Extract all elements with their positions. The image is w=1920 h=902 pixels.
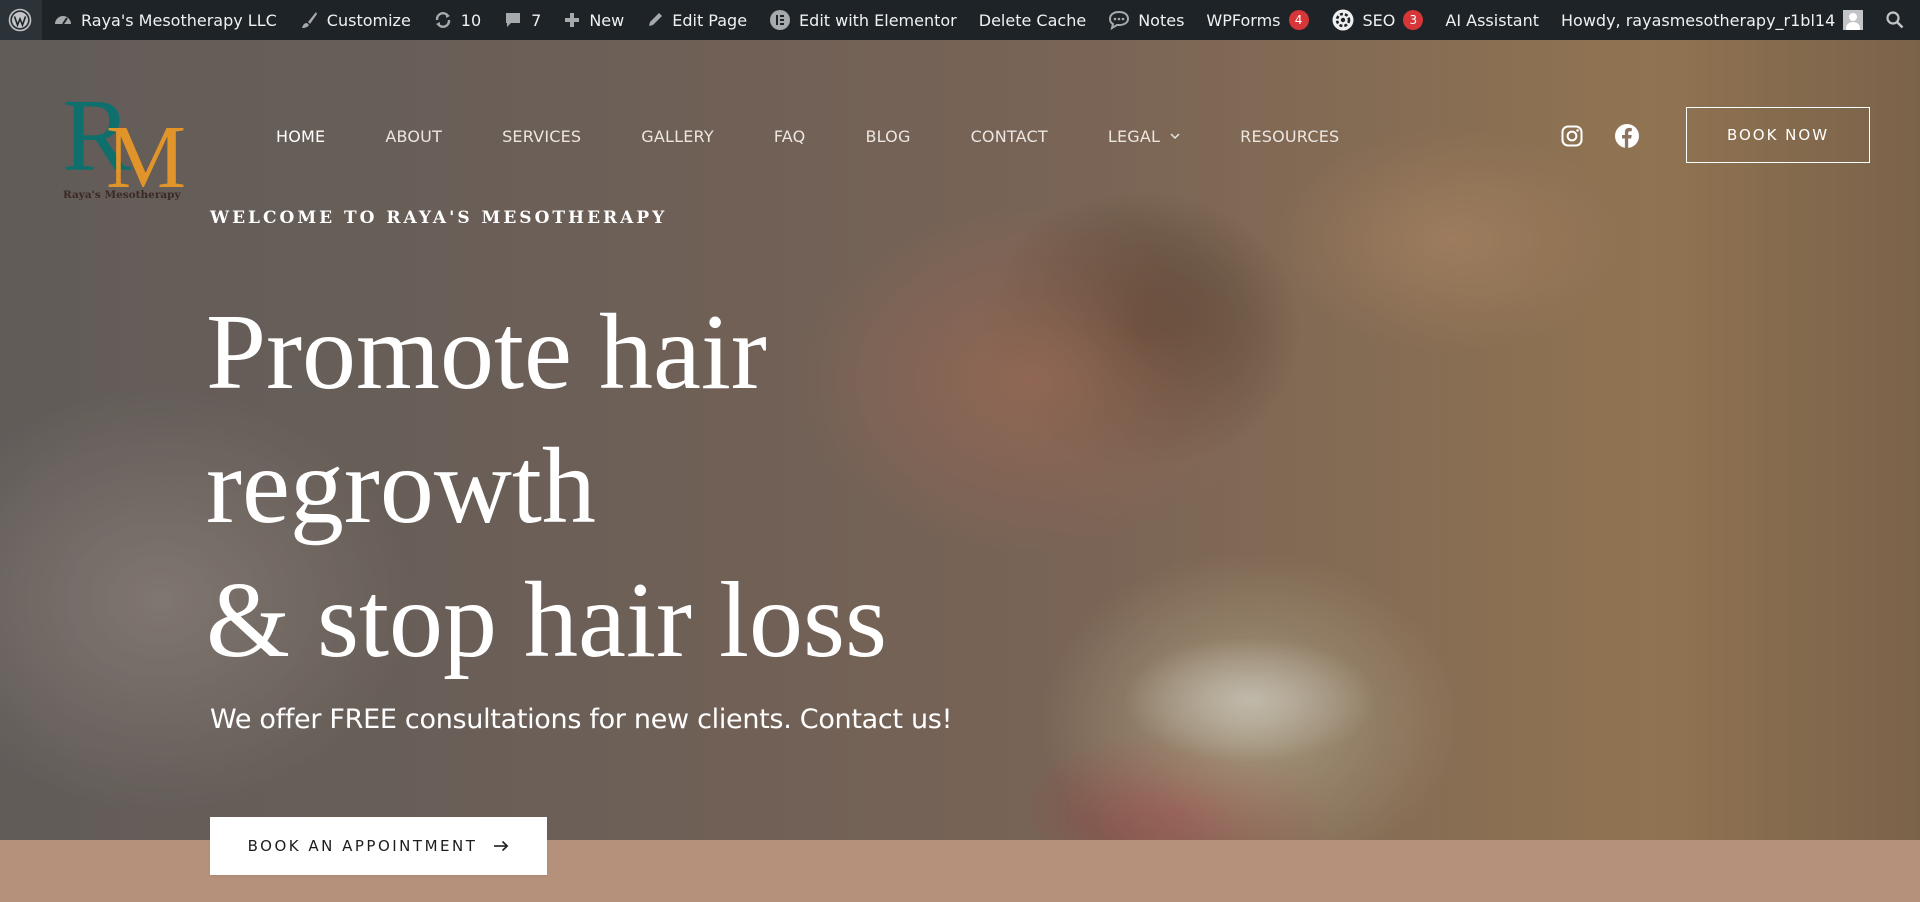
nav-item-resources[interactable]: RESOURCES — [1240, 127, 1339, 146]
nav-item-gallery[interactable]: GALLERY — [641, 127, 714, 146]
instagram-icon[interactable] — [1560, 124, 1584, 148]
admin-bar-edit-page[interactable]: Edit Page — [635, 0, 758, 40]
admin-bar-delete-cache[interactable]: Delete Cache — [968, 0, 1097, 40]
search-icon — [1886, 11, 1904, 29]
admin-bar-edit-elementor-label: Edit with Elementor — [799, 10, 957, 30]
admin-bar-wp-menu[interactable] — [0, 0, 42, 40]
admin-bar-site-name[interactable]: Raya's Mesotherapy LLC — [42, 0, 288, 40]
pencil-icon — [649, 13, 663, 26]
brush-icon — [301, 12, 317, 28]
update-icon — [435, 12, 450, 28]
avatar — [1843, 10, 1864, 30]
comment-icon — [506, 13, 521, 27]
book-appointment-button[interactable]: BOOK AN APPOINTMENT — [210, 817, 547, 875]
dashboard-icon — [55, 16, 71, 25]
facebook-icon[interactable] — [1614, 123, 1640, 149]
admin-bar-ai-assistant[interactable]: AI Assistant — [1434, 0, 1550, 40]
nav-item-contact[interactable]: CONTACT — [971, 127, 1048, 146]
admin-bar-howdy-label: Howdy, rayasmesotherapy_r1bl14 — [1561, 10, 1836, 30]
admin-bar-edit-page-label: Edit Page — [672, 10, 748, 30]
admin-bar-customize-label: Customize — [326, 10, 411, 30]
admin-bar-my-account[interactable]: Howdy, rayasmesotherapy_r1bl14 — [1550, 0, 1874, 40]
nav-item-home[interactable]: HOME — [276, 127, 325, 146]
social-links — [1560, 123, 1640, 149]
admin-bar-notes[interactable]: Notes — [1097, 0, 1195, 40]
book-appointment-label: BOOK AN APPOINTMENT — [247, 837, 478, 855]
main-navigation: HOME ABOUT SERVICES GALLERY FAQ BLOG CON… — [276, 124, 1399, 148]
notes-icon — [1109, 10, 1130, 30]
arrow-right-icon — [493, 840, 509, 852]
admin-bar-ai-assistant-label: AI Assistant — [1445, 10, 1540, 30]
admin-bar-updates[interactable]: 10 — [422, 0, 492, 40]
site-logo[interactable]: R M Raya's Mesotherapy — [62, 66, 192, 207]
wordpress-logo-icon — [8, 8, 32, 32]
admin-bar-search[interactable] — [1874, 0, 1920, 40]
admin-bar-wpforms[interactable]: WPForms 4 — [1195, 0, 1319, 40]
nav-item-services[interactable]: SERVICES — [502, 127, 581, 146]
admin-bar-comments-count: 7 — [531, 10, 542, 30]
nav-item-about[interactable]: ABOUT — [385, 127, 442, 146]
wpforms-count-badge: 4 — [1288, 10, 1309, 30]
admin-bar-seo-label: SEO — [1362, 10, 1396, 30]
admin-bar-wpforms-label: WPForms — [1206, 10, 1281, 30]
admin-bar-seo[interactable]: SEO 3 — [1320, 0, 1435, 40]
admin-bar-left: Raya's Mesotherapy LLC Customize 10 7 Ne… — [0, 0, 1434, 40]
seo-count-badge: 3 — [1403, 10, 1424, 30]
hero-headline-line-1: Promote hair — [206, 293, 767, 412]
admin-bar-site-name-label: Raya's Mesotherapy LLC — [81, 10, 277, 30]
nav-item-faq[interactable]: FAQ — [774, 127, 806, 146]
hero-eyebrow: WELCOME TO RAYA'S MESOTHERAPY — [210, 208, 668, 228]
book-now-button[interactable]: BOOK NOW — [1686, 107, 1870, 163]
nav-item-legal-label: LEGAL — [1107, 126, 1161, 146]
hero-headline-line-2: regrowth — [206, 427, 596, 546]
admin-bar-comments[interactable]: 7 — [492, 0, 552, 40]
nav-item-legal[interactable]: LEGAL — [1108, 127, 1180, 146]
hero-headline: Promote hair regrowth & stop hair loss — [206, 286, 887, 688]
hero-subtext: We offer FREE consultations for new clie… — [210, 704, 953, 735]
admin-bar-right: AI Assistant Howdy, rayasmesotherapy_r1b… — [1434, 0, 1920, 40]
logo-monogram: R M Raya's Mesotherapy — [62, 78, 186, 207]
seo-icon — [1332, 9, 1354, 31]
admin-bar-updates-count: 10 — [460, 10, 482, 30]
admin-bar: Raya's Mesotherapy LLC Customize 10 7 Ne… — [0, 0, 1920, 40]
nav-item-blog[interactable]: BLOG — [865, 127, 910, 146]
admin-bar-edit-elementor[interactable]: Edit with Elementor — [758, 0, 968, 40]
plus-icon — [565, 13, 580, 27]
elementor-icon — [770, 10, 791, 30]
admin-bar-customize[interactable]: Customize — [288, 0, 422, 40]
chevron-down-icon — [1170, 132, 1180, 139]
admin-bar-new[interactable]: New — [552, 0, 635, 40]
admin-bar-delete-cache-label: Delete Cache — [978, 10, 1087, 30]
logo-letter-m: M — [106, 108, 186, 202]
logo-name-text: Raya's Mesotherapy — [63, 189, 182, 201]
hero-headline-line-3: & stop hair loss — [206, 561, 888, 680]
admin-bar-notes-label: Notes — [1138, 10, 1185, 30]
admin-bar-new-label: New — [589, 10, 625, 30]
